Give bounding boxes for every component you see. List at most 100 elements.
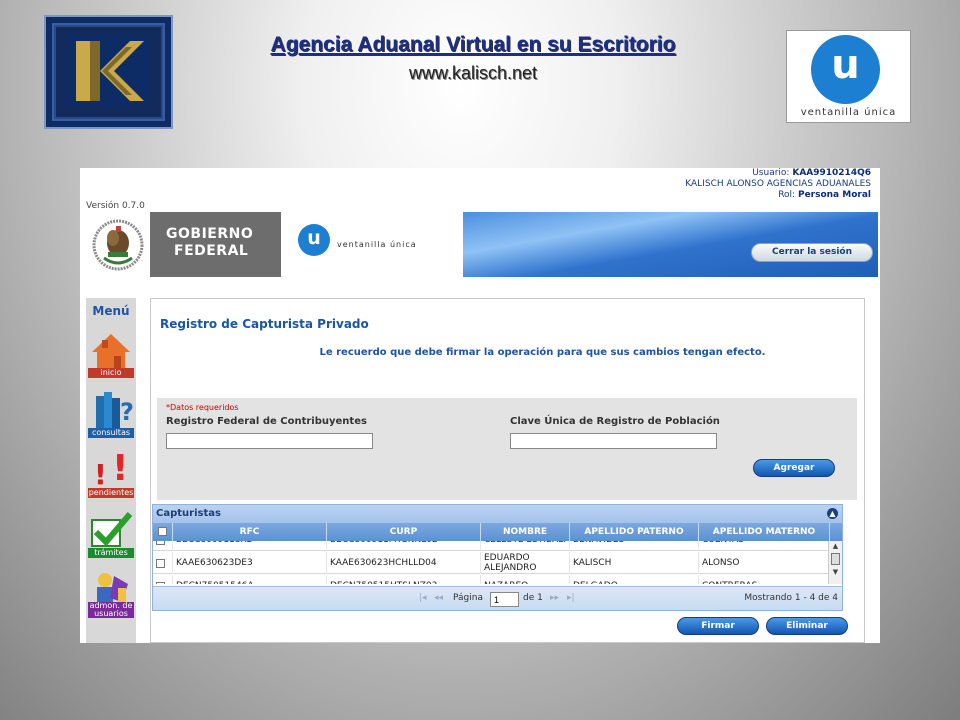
rol-value: Persona Moral — [797, 190, 871, 200]
row-checkbox[interactable] — [156, 581, 165, 584]
prev-page-icon[interactable]: ◂◂ — [434, 593, 443, 603]
select-all-header — [153, 523, 173, 541]
exclamation-icon: ! ! — [94, 448, 128, 491]
header-apellido-paterno[interactable]: APELLIDO PATERNO — [570, 523, 699, 541]
mexican-seal-icon — [92, 219, 144, 271]
cell-curp: KAAE630623HCHLLD04 — [327, 552, 481, 574]
svg-text:!: ! — [112, 450, 128, 488]
side-menu: Menú inicio ? consultas ! ! pendientes t… — [86, 298, 136, 643]
vu-logo-text: ventanilla única — [800, 107, 897, 118]
menu-item-consultas[interactable]: ? consultas — [88, 390, 134, 438]
add-button[interactable]: Agregar — [753, 459, 835, 477]
main-panel: Registro de Capturista Privado Le recuer… — [150, 298, 865, 643]
cell-curp: DECN750515HTSLNZ03 — [327, 575, 481, 584]
users-icon — [97, 573, 128, 604]
row-checkbox[interactable] — [156, 558, 165, 568]
books-question-icon: ? — [96, 392, 134, 428]
rfc-label: Registro Federal de Contribuyentes — [166, 416, 367, 427]
grid-pager: |◂ ◂◂ Página de 1 ▸▸ ▸| Mostrando 1 - 4 … — [153, 586, 842, 610]
curp-input[interactable] — [510, 433, 717, 449]
menu-item-pendientes[interactable]: ! ! pendientes — [88, 448, 134, 498]
records-count: Mostrando 1 - 4 de 4 — [744, 593, 838, 603]
cell-apellido-paterno: KALISCH — [570, 552, 699, 574]
cell-apellido-materno: CUENTAS — [699, 541, 828, 551]
row-checkbox[interactable] — [156, 541, 165, 545]
company-name: KALISCH ALONSO AGENCIAS ADUANALES — [685, 179, 871, 189]
house-icon — [92, 334, 130, 368]
usuario-value: KAA9910214Q6 — [792, 168, 871, 178]
table-row[interactable]: KAAE630623DE3 KAAE630623HCHLLD04 EDUARDO… — [153, 552, 828, 574]
check-icon — [91, 512, 133, 547]
cell-apellido-materno: ALONSO — [699, 552, 828, 574]
menu-label-inicio: inicio — [88, 368, 134, 378]
cell-apellido-materno: CONTRERAS — [699, 575, 828, 584]
grid-caption-text: Capturistas — [156, 508, 221, 519]
menu-label-tramites: trámites — [88, 548, 134, 558]
last-page-icon[interactable]: ▸| — [567, 593, 575, 603]
scroll-down-icon[interactable]: ▼ — [829, 568, 842, 576]
grid-header: RFC CURP NOMBRE APELLIDO PATERNO APELLID… — [153, 523, 842, 541]
logout-button[interactable]: Cerrar la sesión — [751, 243, 873, 262]
select-all-checkbox[interactable] — [158, 527, 167, 536]
capturistas-grid: Capturistas ▲ RFC CURP NOMBRE APELLIDO P… — [152, 504, 843, 611]
page-label: Página — [453, 593, 483, 603]
vu-u-icon: u — [811, 35, 880, 104]
version-label: Versión 0.7.0 — [86, 201, 145, 211]
table-row[interactable]: BECC8009118X2 BECC800911MTSNNL02 CELESTE… — [153, 541, 828, 551]
slide-title: Agencia Aduanal Virtual en su Escritorio — [270, 33, 676, 56]
cell-rfc: BECC8009118X2 — [173, 541, 327, 551]
header-apellido-materno[interactable]: APELLIDO MATERNO — [699, 523, 830, 541]
page-of-label: de 1 — [523, 593, 543, 603]
grid-body: BECC8009118X2 BECC800911MTSNNL02 CELESTE… — [153, 541, 828, 584]
grid-caption: Capturistas ▲ — [153, 505, 842, 523]
cell-curp: BECC800911MTSNNL02 — [327, 541, 481, 551]
delete-button[interactable]: Eliminar — [766, 617, 848, 635]
header-banner: GOBIERNO FEDERAL u ventanilla única Cerr… — [86, 212, 878, 277]
ventanilla-unica-logo: u ventanilla única — [786, 30, 911, 123]
next-page-icon[interactable]: ▸▸ — [550, 593, 559, 603]
banner-vu-u-icon: u — [298, 224, 330, 256]
menu-item-inicio[interactable]: inicio — [88, 330, 134, 378]
menu-title: Menú — [92, 304, 130, 318]
scroll-up-icon[interactable]: ▲ — [829, 542, 842, 550]
federal-text: FEDERAL — [174, 243, 249, 259]
rol-label: Rol: — [778, 190, 796, 200]
sign-button[interactable]: Firmar — [677, 617, 759, 635]
header-rfc[interactable]: RFC — [173, 523, 327, 541]
required-note: *Datos requeridos — [166, 403, 239, 412]
capturista-form: *Datos requeridos Registro Federal de Co… — [157, 398, 857, 500]
cell-nombre: NAZAREO — [481, 575, 570, 584]
cell-rfc: DECN75051546A — [173, 575, 327, 584]
slide-url: www.kalisch.net — [408, 63, 538, 83]
svg-text:?: ? — [120, 398, 134, 426]
first-page-icon[interactable]: |◂ — [419, 593, 427, 603]
usuario-label: Usuario: — [752, 168, 790, 178]
cell-nombre: EDUARDO ALEJANDRO — [481, 552, 570, 574]
user-info: Usuario: KAA9910214Q6 KALISCH ALONSO AGE… — [685, 168, 871, 201]
banner-vu-text: ventanilla única — [337, 240, 417, 249]
menu-label-admon-usuarios: admon. de usuarios — [88, 601, 134, 618]
k-logo-icon — [68, 35, 149, 107]
menu-label-pendientes: pendientes — [88, 488, 134, 498]
rfc-input[interactable] — [166, 433, 373, 449]
app-window: Usuario: KAA9910214Q6 KALISCH ALONSO AGE… — [80, 168, 880, 643]
header-curp[interactable]: CURP — [327, 523, 481, 541]
gobierno-federal-logo: GOBIERNO FEDERAL — [150, 212, 281, 277]
scroll-thumb[interactable] — [831, 553, 840, 565]
curp-label: Clave Única de Registro de Población — [510, 416, 720, 427]
page-title: Registro de Capturista Privado — [160, 317, 369, 331]
collapse-icon[interactable]: ▲ — [827, 508, 838, 519]
menu-item-tramites[interactable]: trámites — [88, 510, 134, 558]
menu-item-admon-usuarios[interactable]: admon. de usuarios — [88, 570, 134, 618]
kalisch-logo — [44, 15, 173, 129]
menu-label-consultas: consultas — [88, 428, 134, 438]
cell-apellido-paterno: BENAVIDES — [570, 541, 699, 551]
header-nombre[interactable]: NOMBRE — [481, 523, 570, 541]
grid-scrollbar[interactable]: ▲ ▼ — [828, 541, 842, 584]
cell-nombre: CELESTE ESTIBALI — [481, 541, 570, 551]
gobierno-text: GOBIERNO — [166, 226, 254, 242]
page-input[interactable] — [490, 592, 519, 607]
table-row[interactable]: DECN75051546A DECN750515HTSLNZ03 NAZAREO… — [153, 575, 828, 584]
escudo-nacional — [86, 212, 150, 277]
svg-text:!: ! — [94, 458, 107, 488]
